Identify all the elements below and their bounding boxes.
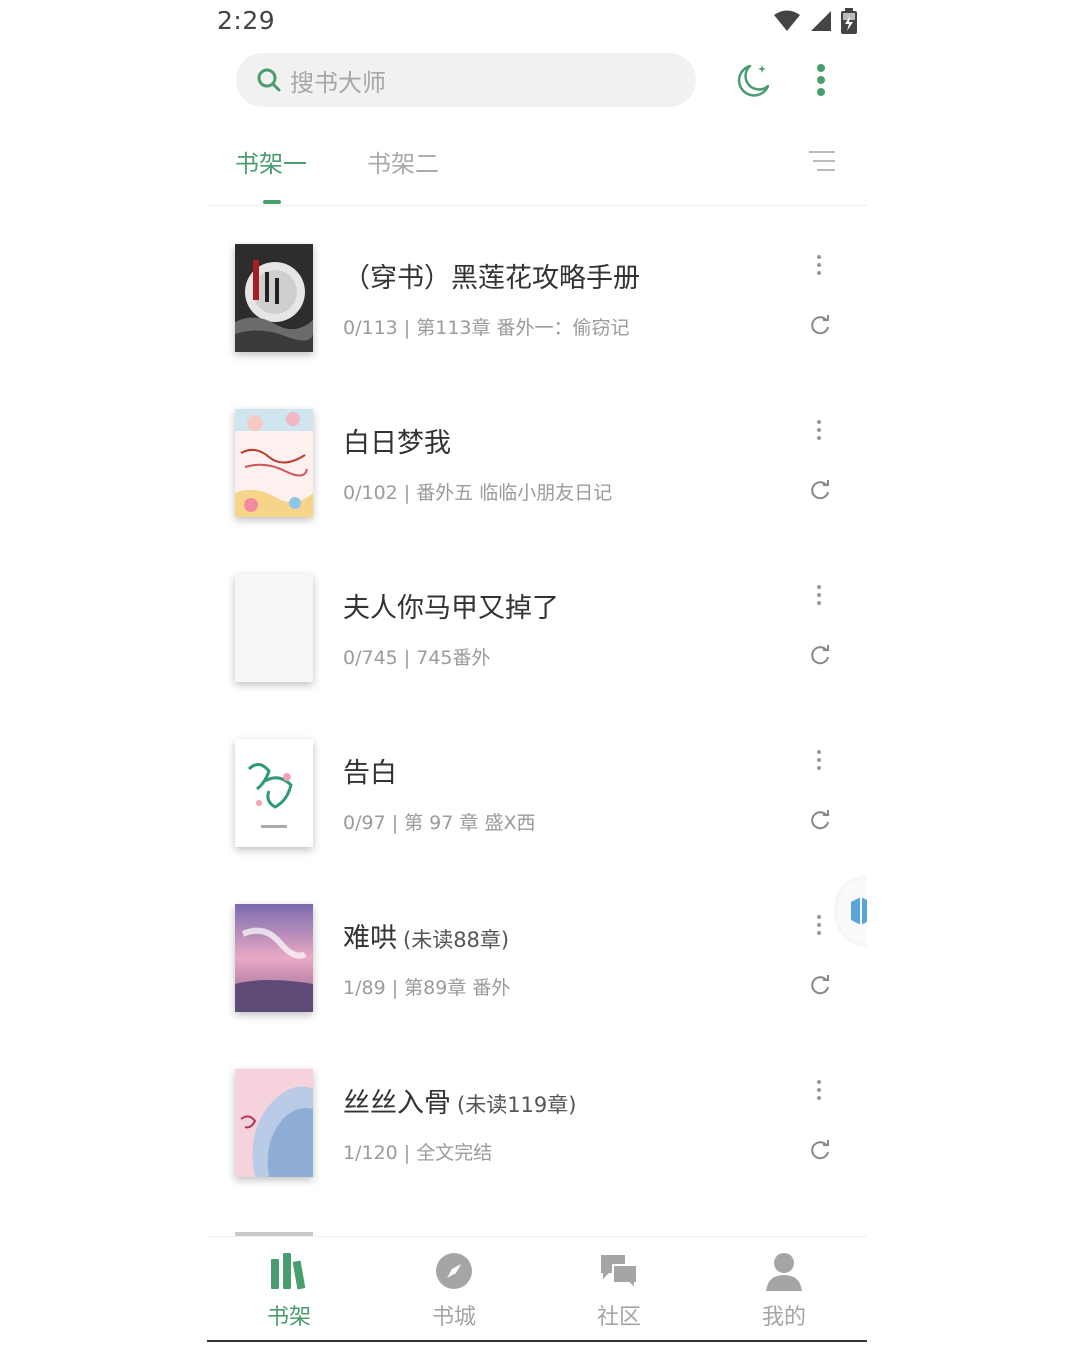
more-vertical-icon[interactable] — [813, 1078, 825, 1102]
nav-community[interactable]: 社区 — [559, 1251, 679, 1331]
book-item[interactable]: （穿书）黑莲花攻略手册 0/113 | 第113章 番外一：偷窃记 — [207, 206, 867, 371]
wifi-icon — [774, 10, 800, 31]
book-progress: 1/120 | 全文完结 — [343, 1142, 493, 1164]
search-placeholder: 搜书大师 — [290, 68, 386, 97]
book-unread-count: (未读88章) — [403, 928, 510, 952]
more-vertical-icon[interactable] — [813, 583, 825, 607]
chat-bubbles-icon — [601, 1255, 638, 1291]
tab-shelf-two[interactable]: 书架二 — [367, 144, 439, 179]
nav-bookshelf[interactable]: 书架 — [229, 1251, 349, 1331]
book-item[interactable]: 告白 0/97 | 第 97 章 盛X西 — [207, 701, 867, 866]
nav-label: 我的 — [761, 1305, 806, 1330]
refresh-icon[interactable] — [809, 974, 831, 996]
bottom-nav: 书架 书城 社区 我的 — [207, 1236, 867, 1342]
book-title: 白日梦我 — [343, 428, 451, 459]
tab-shelf-one[interactable]: 书架一 — [235, 144, 307, 179]
more-vertical-icon[interactable] — [813, 253, 825, 277]
refresh-icon[interactable] — [809, 1139, 831, 1161]
search-icon — [257, 68, 281, 92]
more-vertical-icon[interactable] — [813, 418, 825, 442]
refresh-icon[interactable] — [809, 644, 831, 666]
book-cover — [235, 409, 313, 517]
status-icons — [773, 8, 857, 34]
nav-label: 社区 — [596, 1305, 641, 1330]
book-item[interactable]: 白日梦我 0/102 | 番外五 临临小朋友日记 — [207, 371, 867, 536]
moon-icon[interactable] — [734, 60, 774, 100]
book-progress: 0/97 | 第 97 章 盛X西 — [343, 812, 536, 834]
book-item[interactable]: 夫人你马甲又掉了 0/745 | 745番外 — [207, 536, 867, 701]
more-vertical-icon[interactable] — [813, 748, 825, 772]
nav-label: 书架 — [266, 1305, 311, 1330]
book-item[interactable]: 丝丝入骨 (未读119章) 1/120 | 全文完结 — [207, 1031, 867, 1196]
compass-icon — [436, 1253, 472, 1289]
book-progress: 0/745 | 745番外 — [343, 647, 491, 669]
bookshelf-icon — [271, 1253, 306, 1290]
book-cover — [235, 244, 313, 352]
user-icon — [766, 1253, 802, 1291]
book-cover — [235, 574, 313, 682]
more-vertical-icon[interactable] — [809, 60, 833, 100]
book-unread-count: (未读119章) — [457, 1093, 577, 1117]
signal-icon — [811, 11, 831, 31]
book-cover — [235, 1069, 313, 1177]
more-vertical-icon[interactable] — [813, 913, 825, 937]
shelf-tabs: 书架一 书架二 — [207, 130, 867, 206]
book-progress: 0/113 | 第113章 番外一：偷窃记 — [343, 317, 630, 339]
cube-icon — [851, 897, 867, 925]
book-title: 丝丝入骨 (未读119章) — [343, 1088, 577, 1119]
app-screen: 2:29 搜书大师 书架一 书架二 （穿书）黑莲花攻略手册 0/113 | 第1… — [207, 0, 867, 1347]
refresh-icon[interactable] — [809, 314, 831, 336]
book-title: 难哄 (未读88章) — [343, 923, 510, 954]
book-cover — [235, 904, 313, 1012]
tab-indicator — [263, 200, 281, 204]
status-time: 2:29 — [217, 6, 276, 35]
nav-profile[interactable]: 我的 — [724, 1251, 844, 1331]
battery-charging-icon — [841, 8, 857, 34]
book-item[interactable]: 难哄 (未读88章) 1/89 | 第89章 番外 — [207, 866, 867, 1031]
book-title: 告白 — [343, 758, 397, 789]
search-bar[interactable]: 搜书大师 — [236, 53, 696, 107]
book-title: 夫人你马甲又掉了 — [343, 593, 559, 624]
refresh-icon[interactable] — [809, 809, 831, 831]
nav-label: 书城 — [431, 1305, 476, 1330]
list-menu-icon[interactable] — [807, 148, 837, 174]
refresh-icon[interactable] — [809, 479, 831, 501]
nav-bookstore[interactable]: 书城 — [394, 1251, 514, 1331]
book-cover — [235, 739, 313, 847]
book-title: （穿书）黑莲花攻略手册 — [343, 263, 640, 294]
book-progress: 0/102 | 番外五 临临小朋友日记 — [343, 482, 613, 504]
status-bar: 2:29 — [207, 0, 867, 44]
book-progress: 1/89 | 第89章 番外 — [343, 977, 511, 999]
